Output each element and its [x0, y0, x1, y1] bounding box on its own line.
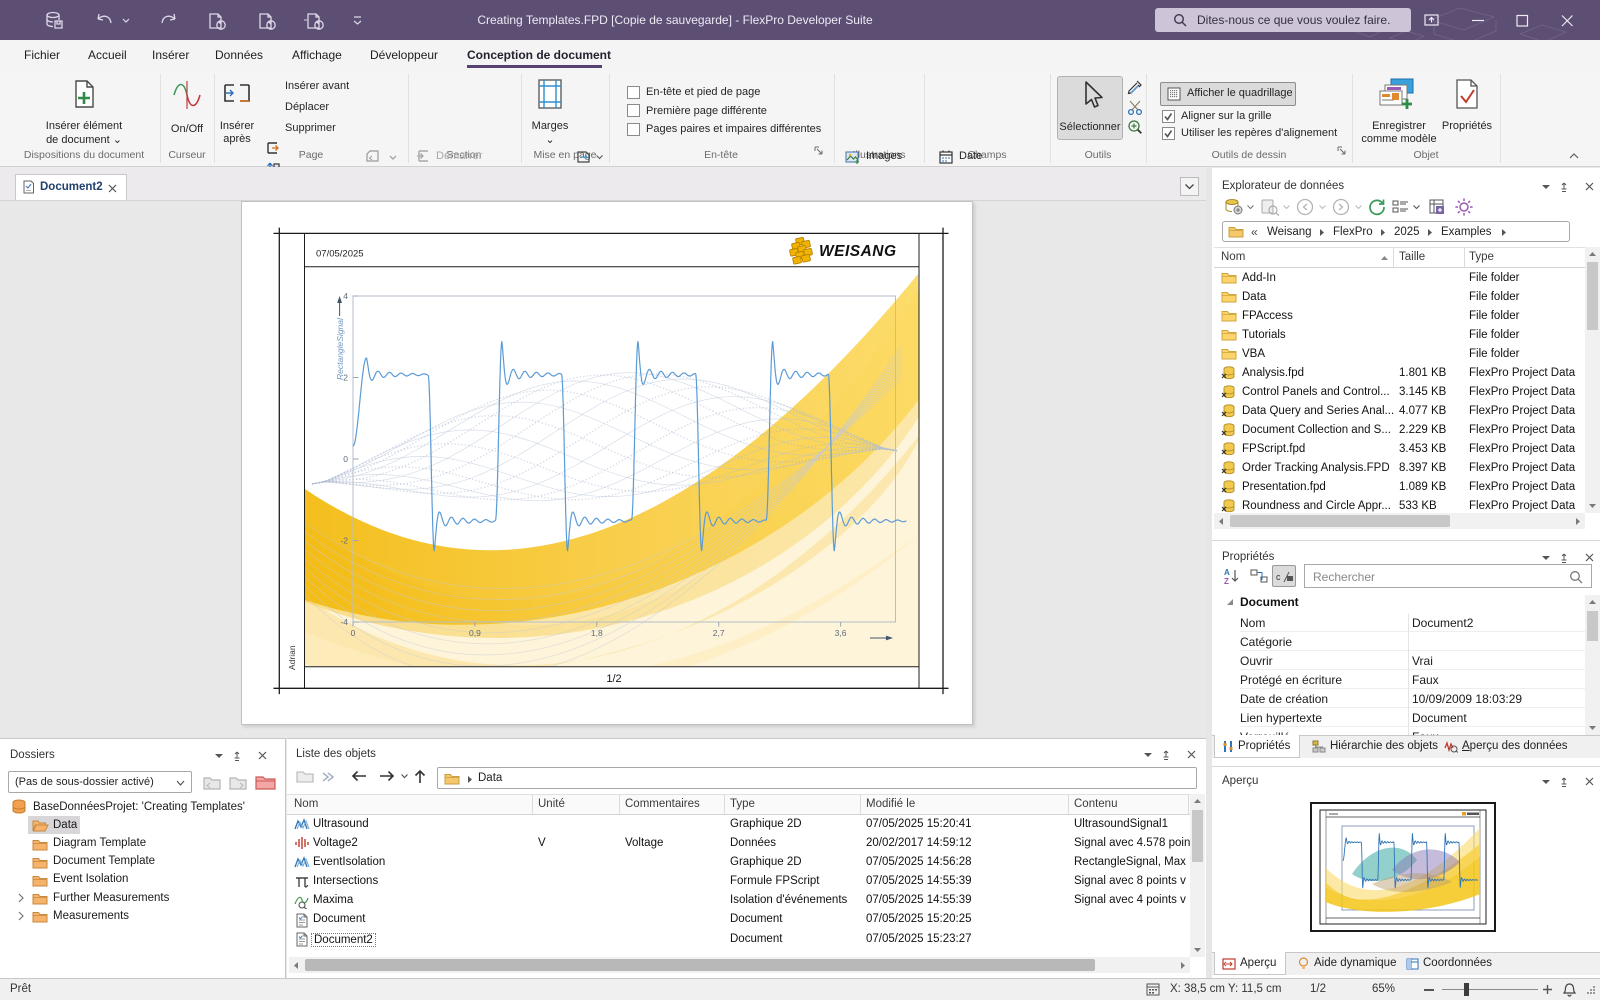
svg-text:1,8: 1,8: [591, 628, 603, 638]
svg-text:0: 0: [351, 628, 356, 638]
svg-text:-4: -4: [340, 617, 348, 627]
svg-text:07/05/2025: 07/05/2025: [316, 249, 364, 260]
svg-text:WEISANG: WEISANG: [819, 243, 897, 260]
svg-text:RectangleSignal: RectangleSignal: [335, 317, 345, 380]
svg-text:-2: -2: [340, 536, 348, 546]
svg-text:1/2: 1/2: [606, 673, 621, 685]
svg-text:0: 0: [343, 454, 348, 464]
svg-text:4: 4: [343, 291, 348, 301]
svg-text:2,7: 2,7: [713, 628, 725, 638]
svg-text:0,9: 0,9: [469, 628, 481, 638]
svg-text:3,6: 3,6: [835, 628, 847, 638]
svg-text:Z: Z: [1224, 577, 1229, 585]
svg-text:Adrian: Adrian: [287, 645, 297, 670]
svg-text:A: A: [1224, 568, 1230, 577]
svg-text:c: c: [1276, 572, 1281, 582]
